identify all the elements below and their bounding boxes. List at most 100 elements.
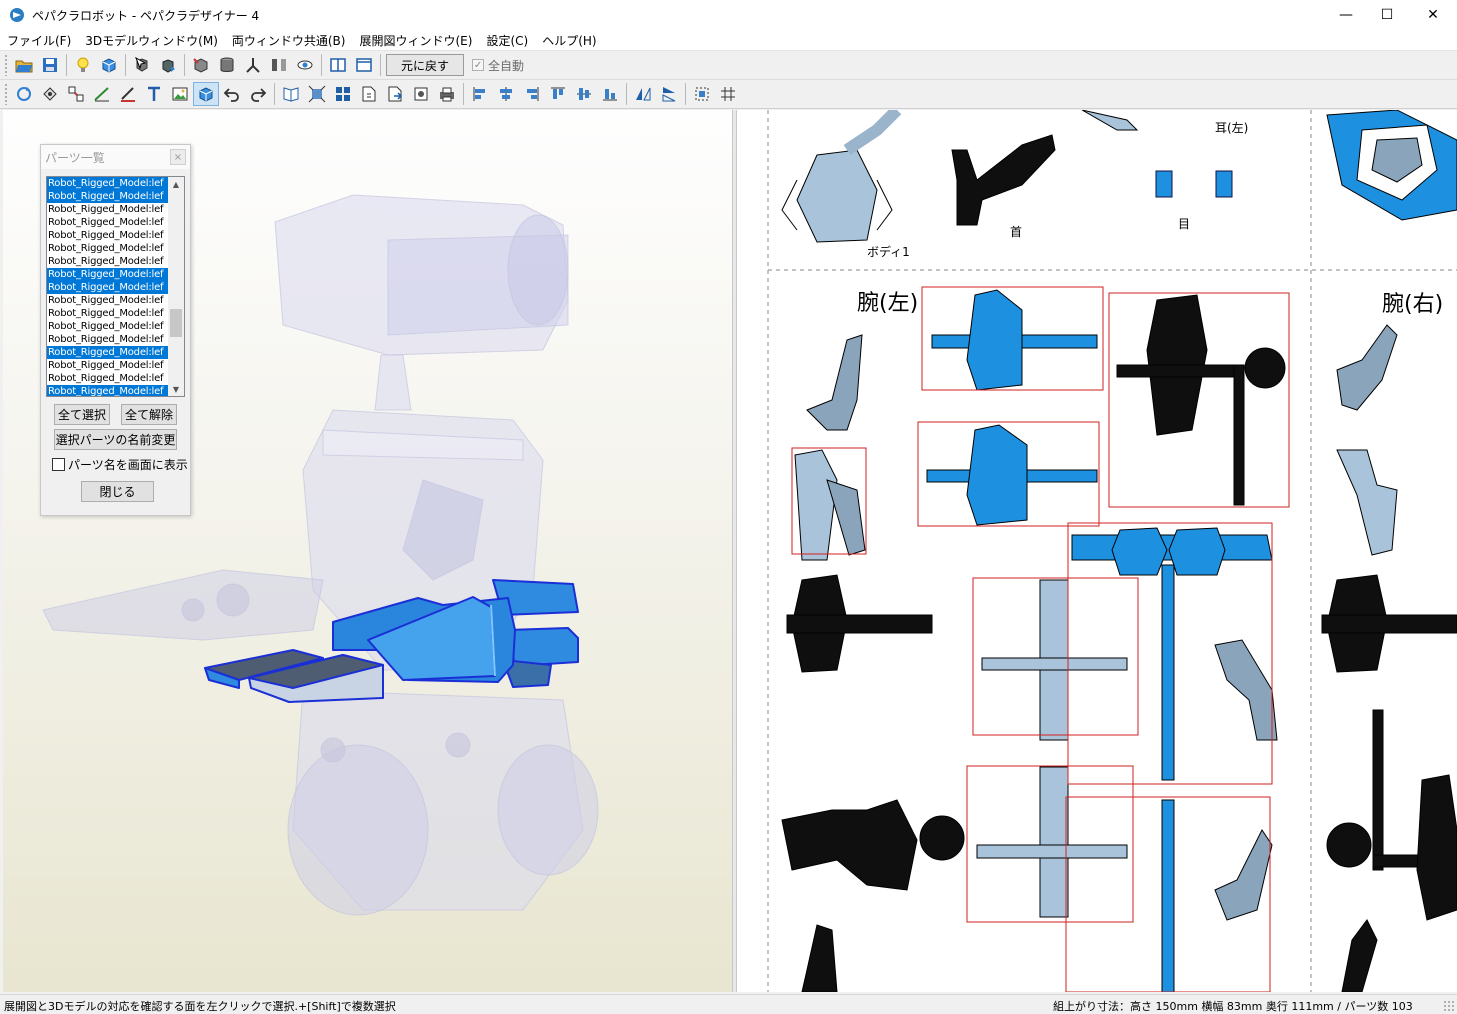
list-item[interactable]: Robot_Rigged_Model:lef	[47, 268, 169, 281]
line-button[interactable]	[89, 82, 115, 106]
window-title: ペパクラロボット - ペパクラデザイナー 4	[32, 8, 260, 23]
label-body1: ボディ1	[867, 245, 910, 259]
align-bottom-button[interactable]	[597, 82, 623, 106]
texture-button[interactable]	[96, 53, 122, 77]
scroll-up-icon[interactable]: ▲	[168, 177, 184, 191]
lightbulb-icon	[77, 57, 89, 72]
undo-button[interactable]	[219, 82, 245, 106]
cylinder-button[interactable]	[214, 53, 240, 77]
align-left-button[interactable]	[467, 82, 493, 106]
menu-settings[interactable]: 設定(C)	[479, 32, 535, 49]
single-pane-button[interactable]	[351, 53, 377, 77]
view-button[interactable]	[292, 53, 318, 77]
open-button[interactable]	[11, 53, 37, 77]
app-window: ペパクラロボット - ペパクラデザイナー 4 — ☐ ✕ ファイル(F) 3Dモ…	[0, 0, 1457, 1014]
deselect-all-button[interactable]: 全て解除	[121, 404, 177, 425]
redo-button[interactable]	[245, 82, 271, 106]
toolbar-grip[interactable]	[4, 54, 8, 76]
maximize-button[interactable]: ☐	[1364, 0, 1410, 30]
layout-button[interactable]	[330, 82, 356, 106]
fit-button[interactable]	[304, 82, 330, 106]
select-all-button[interactable]: 全て選択	[54, 404, 110, 425]
menu-file[interactable]: ファイル(F)	[0, 32, 78, 49]
close-button[interactable]: ✕	[1410, 0, 1456, 30]
export-button[interactable]	[382, 82, 408, 106]
two-pane-button[interactable]	[325, 53, 351, 77]
box-button[interactable]	[188, 53, 214, 77]
book-icon	[283, 87, 299, 102]
list-item[interactable]: Robot_Rigged_Model:lef	[47, 359, 169, 372]
page-number-button[interactable]	[356, 82, 382, 106]
flap-button[interactable]	[37, 82, 63, 106]
axis-button[interactable]	[240, 53, 266, 77]
list-item[interactable]: Robot_Rigged_Model:lef	[47, 385, 169, 396]
status-dimensions: 組上がり寸法：高さ 150mm 横幅 83mm 奥行 111mm / パーツ数 …	[1053, 1000, 1413, 1013]
dialog-close-icon[interactable]: ×	[170, 149, 186, 165]
auto-all-checkbox[interactable]: ✓ 全自動	[472, 57, 524, 74]
print-preview-button[interactable]	[408, 82, 434, 106]
toolbar-grip[interactable]	[4, 83, 8, 105]
book-button[interactable]	[278, 82, 304, 106]
lighting-button[interactable]	[70, 53, 96, 77]
list-item[interactable]: Robot_Rigged_Model:lef	[47, 177, 169, 190]
show-names-checkbox[interactable]: パーツ名を画面に表示	[52, 456, 188, 473]
grid-button[interactable]	[715, 82, 741, 106]
menu-unfold-window[interactable]: 展開図ウィンドウ(E)	[352, 32, 479, 49]
rotate-button[interactable]	[11, 82, 37, 106]
list-item[interactable]: Robot_Rigged_Model:lef	[47, 216, 169, 229]
print-preview-icon	[414, 87, 428, 101]
scroll-thumb[interactable]	[170, 309, 182, 337]
axis-icon	[246, 58, 260, 73]
print-button[interactable]	[434, 82, 460, 106]
align-middle-button[interactable]	[571, 82, 597, 106]
unfold-sheet-viewport[interactable]: 耳(左) ボディ1 首 目 腕(左) 腕(右)	[737, 110, 1457, 992]
close-dialog-button[interactable]: 閉じる	[81, 481, 154, 502]
align-center-button[interactable]	[493, 82, 519, 106]
text-icon	[148, 86, 160, 101]
join-button[interactable]	[63, 82, 89, 106]
list-item[interactable]: Robot_Rigged_Model:lef	[47, 307, 169, 320]
save-button[interactable]	[37, 53, 63, 77]
menu-help[interactable]: ヘルプ(H)	[535, 32, 603, 49]
flip-v-button[interactable]	[656, 82, 682, 106]
menu-bar: ファイル(F) 3Dモデルウィンドウ(M) 両ウィンドウ共通(B) 展開図ウィン…	[0, 30, 1457, 51]
flip-h-button[interactable]	[630, 82, 656, 106]
scroll-down-icon[interactable]: ▼	[168, 382, 184, 396]
checkbox-box[interactable]	[52, 458, 65, 471]
list-item[interactable]: Robot_Rigged_Model:lef	[47, 346, 169, 359]
join-icon	[68, 86, 84, 102]
rename-parts-button[interactable]: 選択パーツの名前変更	[54, 429, 177, 450]
list-scrollbar[interactable]: ▲ ▼	[168, 177, 184, 396]
list-item[interactable]: Robot_Rigged_Model:lef	[47, 229, 169, 242]
edge-button[interactable]	[115, 82, 141, 106]
align-top-button[interactable]	[545, 82, 571, 106]
list-item[interactable]: Robot_Rigged_Model:lef	[47, 242, 169, 255]
text-button[interactable]	[141, 82, 167, 106]
select-part-button[interactable]	[129, 53, 155, 77]
list-item[interactable]: Robot_Rigged_Model:lef	[47, 255, 169, 268]
page-number-icon	[362, 86, 376, 102]
cube-button[interactable]	[193, 82, 219, 106]
list-item[interactable]: Robot_Rigged_Model:lef	[47, 372, 169, 385]
list-item[interactable]: Robot_Rigged_Model:lef	[47, 190, 169, 203]
list-item[interactable]: Robot_Rigged_Model:lef	[47, 281, 169, 294]
parts-listbox[interactable]: Robot_Rigged_Model:lef Robot_Rigged_Model…	[46, 176, 185, 397]
open-icon	[15, 60, 33, 73]
dialog-title-bar[interactable]: パーツ一覧 ×	[41, 145, 190, 169]
split-button[interactable]	[266, 53, 292, 77]
minimize-button[interactable]: —	[1323, 0, 1369, 30]
list-item[interactable]: Robot_Rigged_Model:lef	[47, 203, 169, 216]
resize-grip[interactable]	[1443, 1000, 1455, 1012]
align-right-button[interactable]	[519, 82, 545, 106]
flip-v-icon	[662, 87, 676, 102]
undo-view-button[interactable]: 元に戻す	[386, 54, 465, 76]
menu-both-windows[interactable]: 両ウィンドウ共通(B)	[225, 32, 353, 49]
list-item[interactable]: Robot_Rigged_Model:lef	[47, 333, 169, 346]
move-part-button[interactable]	[155, 53, 181, 77]
menu-3d-window[interactable]: 3Dモデルウィンドウ(M)	[78, 32, 225, 49]
image-button[interactable]	[167, 82, 193, 106]
list-item[interactable]: Robot_Rigged_Model:lef	[47, 294, 169, 307]
zoom-fit-button[interactable]	[689, 82, 715, 106]
list-item[interactable]: Robot_Rigged_Model:lef	[47, 320, 169, 333]
texture-icon	[102, 58, 116, 73]
